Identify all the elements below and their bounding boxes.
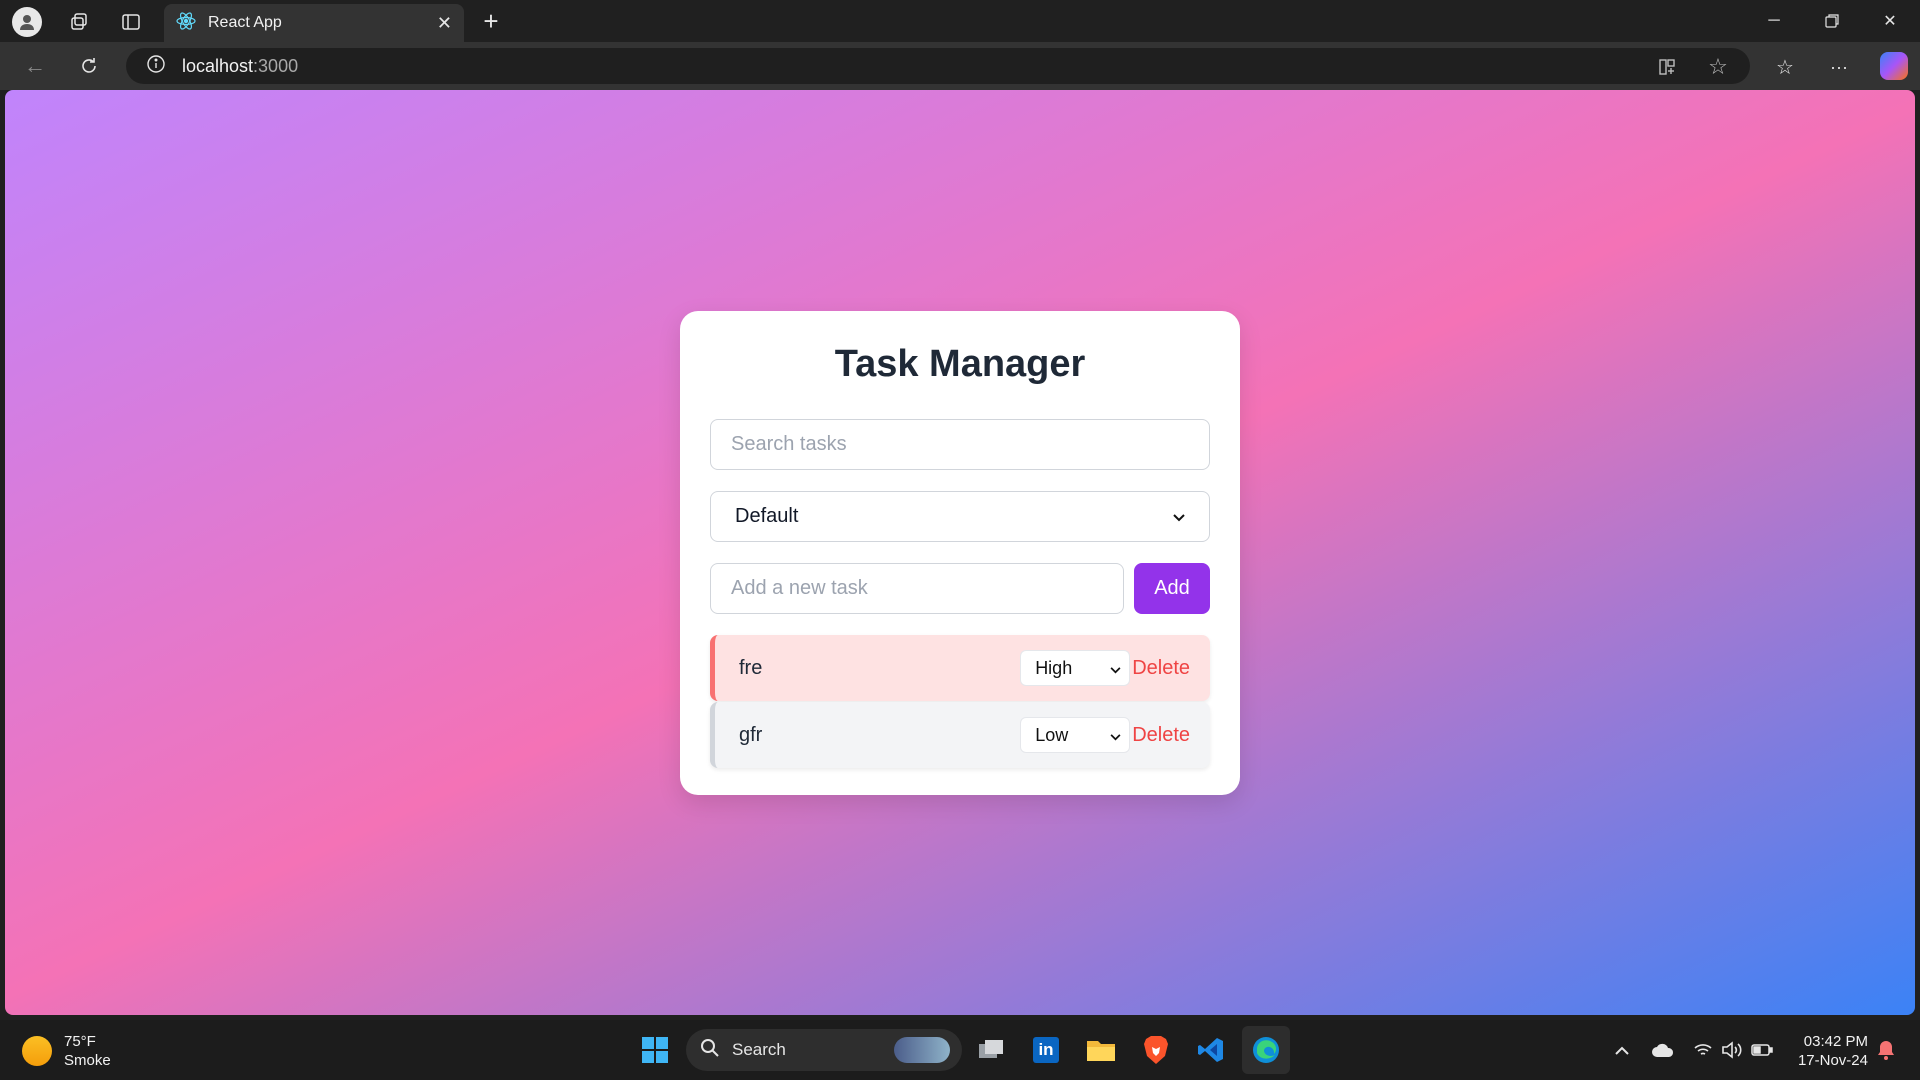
delete-button[interactable]: Delete <box>1132 657 1190 680</box>
browser-tabbar: React App ✕ + ─ ✕ <box>0 0 1920 42</box>
address-host: localhost <box>182 55 254 76</box>
split-screen-icon[interactable] <box>1654 54 1680 80</box>
copilot-icon[interactable] <box>1880 52 1908 80</box>
volume-icon[interactable] <box>1720 1038 1744 1062</box>
task-list: fre High Delete gfr Low Delete <box>710 635 1210 768</box>
taskbar-search-label: Search <box>732 1040 786 1059</box>
file-explorer-icon[interactable] <box>1082 1031 1120 1069</box>
browser-toolbar: ← localhost:3000 ☆ ☆ ··· <box>0 42 1920 90</box>
address-bar[interactable]: localhost:3000 <box>126 48 1750 84</box>
windows-taskbar: 75°F Smoke Search in 03:42 PM 17-Nov-24 <box>0 1020 1920 1080</box>
onedrive-icon[interactable] <box>1650 1038 1676 1062</box>
edge-browser-icon[interactable] <box>1242 1026 1290 1074</box>
address-port: :3000 <box>253 55 299 76</box>
priority-select[interactable]: Low <box>1020 717 1131 753</box>
clock-date: 17-Nov-24 <box>1797 1052 1868 1069</box>
close-tab-icon[interactable]: ✕ <box>437 13 452 34</box>
workspaces-icon[interactable] <box>66 9 92 35</box>
chevron-down-icon <box>1173 505 1185 528</box>
task-item: fre High Delete <box>710 635 1210 701</box>
task-manager-card: Task Manager Default Add fre High Dele <box>680 311 1240 795</box>
tab-react-app[interactable]: React App ✕ <box>164 4 464 42</box>
tab-title: React App <box>208 14 282 31</box>
search-highlight-icon <box>894 1037 950 1063</box>
favorites-icon[interactable]: ☆ <box>1772 54 1798 80</box>
restore-icon[interactable] <box>1812 6 1852 36</box>
favorite-star-icon[interactable]: ☆ <box>1705 54 1731 80</box>
profile-icon[interactable] <box>12 7 42 37</box>
page-title: Task Manager <box>834 343 1086 385</box>
weather-sun-icon <box>22 1036 52 1066</box>
chevron-up-icon[interactable] <box>1612 1038 1632 1062</box>
sort-select-value: Default <box>735 505 799 527</box>
clock[interactable]: 03:42 PM 17-Nov-24 <box>1798 1032 1868 1070</box>
brave-browser-icon[interactable] <box>1137 1031 1175 1069</box>
search-input[interactable] <box>710 419 1210 470</box>
chevron-down-icon <box>1110 658 1121 679</box>
add-task-row: Add <box>710 563 1210 614</box>
back-icon[interactable]: ← <box>20 52 50 80</box>
sort-select[interactable]: Default <box>710 491 1210 542</box>
refresh-icon[interactable] <box>74 52 104 80</box>
search-icon <box>700 1038 720 1063</box>
site-info-icon[interactable] <box>146 54 166 79</box>
vscode-icon[interactable] <box>1192 1031 1230 1069</box>
wifi-icon[interactable] <box>1692 1038 1714 1062</box>
task-view-icon[interactable] <box>972 1031 1010 1069</box>
task-text: gfr <box>739 723 763 746</box>
page-viewport: Task Manager Default Add fre High Dele <box>5 90 1915 1015</box>
add-task-button[interactable]: Add <box>1134 563 1210 614</box>
vertical-tabs-icon[interactable] <box>118 9 144 35</box>
weather-desc: Smoke <box>64 1052 111 1069</box>
clock-time: 03:42 PM <box>1803 1033 1868 1050</box>
priority-select[interactable]: High <box>1020 650 1131 686</box>
linkedin-icon[interactable]: in <box>1027 1031 1065 1069</box>
new-task-input[interactable] <box>710 563 1124 614</box>
task-item: gfr Low Delete <box>710 702 1210 768</box>
taskbar-search[interactable]: Search <box>686 1029 962 1071</box>
react-icon <box>176 11 196 36</box>
battery-icon[interactable] <box>1750 1038 1774 1062</box>
weather-temp: 75°F <box>64 1033 96 1050</box>
priority-value: High <box>1035 657 1073 678</box>
task-text: fre <box>739 656 763 679</box>
more-options-icon[interactable]: ··· <box>1826 54 1852 80</box>
minimize-icon[interactable]: ─ <box>1754 6 1794 36</box>
chevron-down-icon <box>1110 725 1121 746</box>
delete-button[interactable]: Delete <box>1132 724 1190 747</box>
priority-value: Low <box>1035 724 1069 745</box>
new-tab-icon[interactable]: + <box>476 6 506 36</box>
windows-start-icon[interactable] <box>636 1031 674 1069</box>
weather-widget[interactable]: 75°F Smoke <box>22 1032 111 1070</box>
close-window-icon[interactable]: ✕ <box>1870 6 1910 36</box>
notification-bell-icon[interactable] <box>1874 1038 1898 1062</box>
